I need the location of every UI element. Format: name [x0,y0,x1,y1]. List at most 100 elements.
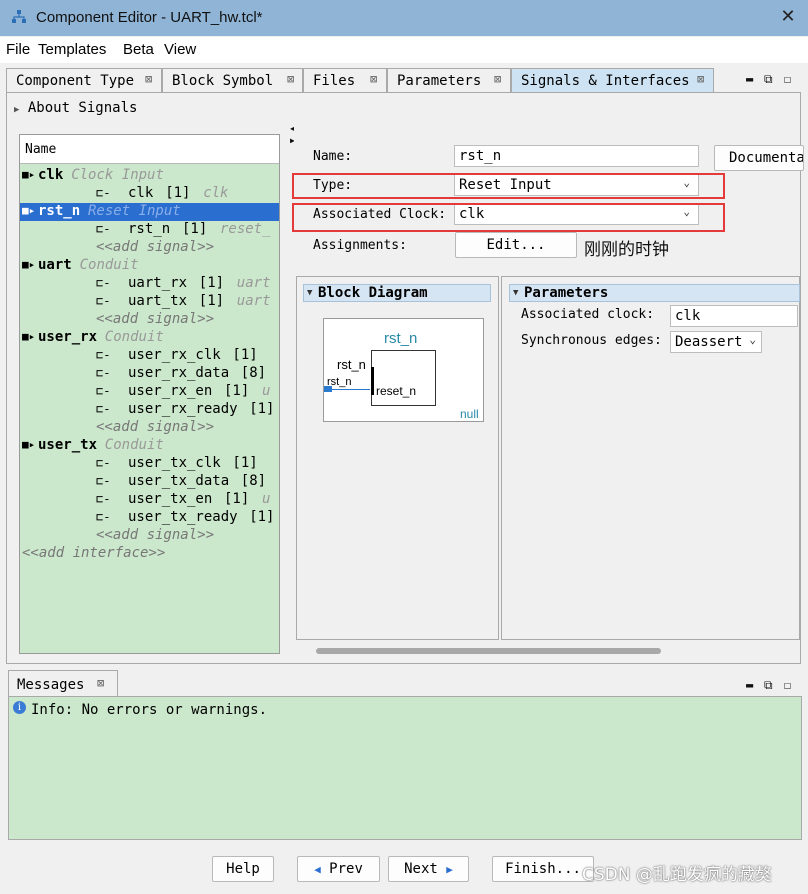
signal-width: [8] [240,365,267,381]
signal-row[interactable]: ⊏- user_tx_ready [1] [20,509,279,527]
maximize-icon[interactable]: ☐ [784,678,791,692]
interface-icon: ■▸ [22,330,36,343]
interface-row[interactable]: ■▸ user_rx Conduit [20,329,279,347]
signal-width: [1] [249,509,275,525]
signal-name: user_rx_en [128,383,213,399]
port-direction-icon: ⊏- [96,276,111,290]
tab-close-icon[interactable]: ⊠ [494,72,501,86]
add-interface-row[interactable]: <<add interface>> [20,545,279,563]
finish-button[interactable]: Finish... [492,856,594,882]
signal-width: [1] [165,185,191,201]
menu-file[interactable]: File [6,41,30,58]
menu-bar: File Templates Beta View [0,37,808,63]
maximize-icon[interactable]: ☐ [784,72,791,86]
add-signal-row[interactable]: <<add signal>> [20,311,279,329]
tab-files[interactable]: Files ⊠ [303,68,387,92]
close-icon[interactable]: ✕ [776,6,800,27]
signal-row[interactable]: ⊏- user_tx_data [8] [20,473,279,491]
signal-row[interactable]: ⊏- rst_n [1] reset_ [20,221,279,239]
help-button[interactable]: Help [212,856,274,882]
info-icon: i [13,701,26,714]
signal-role: u [262,383,271,399]
tab-close-icon[interactable]: ⊠ [97,676,104,690]
add-signal-label: <<add signal>> [96,419,215,435]
horizontal-scrollbar[interactable] [316,648,661,654]
signal-name: uart_tx [128,293,188,309]
tree-header-label: Name [25,142,57,157]
finish-label: Finish... [505,861,581,877]
tab-signals-interfaces[interactable]: Signals & Interfaces ⊠ [511,68,714,92]
name-field[interactable]: rst_n [454,145,699,167]
tree-header: Name [20,135,279,164]
signal-row[interactable]: ⊏- clk [1] clk [20,185,279,203]
signal-row[interactable]: ⊏- user_rx_data [8] [20,365,279,383]
signal-role: u [262,491,271,507]
interface-row[interactable]: ■▸ clk Clock Input [20,167,279,185]
signal-width: [1] [198,275,225,291]
interface-icon: ■▸ [22,438,36,451]
next-button[interactable]: Next ▶ [388,856,469,882]
menu-beta[interactable]: Beta [123,41,154,58]
param-assoc-clock-field[interactable]: clk [670,305,798,327]
reset-port-bar [371,367,374,395]
signal-width: [1] [224,491,250,507]
port-direction-icon: ⊏- [96,492,111,506]
port-direction-icon: ⊏- [96,366,111,380]
parameters-header[interactable]: ▼ Parameters [509,284,800,302]
tab-strip: Component Type ⊠ Block Symbol ⊠ Files ⊠ … [6,68,802,92]
sync-edges-select[interactable]: Deassert ⌄ [670,331,762,353]
tab-label: Files [313,73,356,89]
minimize-icon[interactable]: ▬ [746,678,753,692]
tab-close-icon[interactable]: ⊠ [287,72,294,86]
signal-row[interactable]: ⊏- uart_tx [1] uart [20,293,279,311]
interface-row[interactable]: ■▸ user_tx Conduit [20,437,279,455]
restore-icon[interactable]: ⧉ [764,678,773,693]
add-signal-row[interactable]: <<add signal>> [20,419,279,437]
parameters-title: Parameters [524,285,609,301]
tab-close-icon[interactable]: ⊠ [370,72,377,86]
signal-row[interactable]: ⊏- user_rx_en [1] u [20,383,279,401]
menu-templates[interactable]: Templates [38,41,106,58]
signal-width: [1] [224,383,250,399]
interface-type: Conduit [79,257,139,273]
interface-name: user_rx [38,329,98,345]
tab-parameters[interactable]: Parameters ⊠ [387,68,511,92]
signal-row[interactable]: ⊏- user_rx_ready [1] [20,401,279,419]
window-title: Component Editor - UART_hw.tcl* [36,9,263,26]
tab-messages[interactable]: Messages ⊠ [8,670,118,696]
edit-assignments-button[interactable]: Edit... [455,232,577,258]
tab-block-symbol[interactable]: Block Symbol ⊠ [162,68,303,92]
interface-row[interactable]: ■▸ rst_n Reset Input [20,203,279,221]
signal-row[interactable]: ⊏- uart_rx [1] uart [20,275,279,293]
menu-view[interactable]: View [164,41,196,58]
prev-button[interactable]: ◀ Prev [297,856,380,882]
tab-component-type[interactable]: Component Type ⊠ [6,68,162,92]
add-signal-row[interactable]: <<add signal>> [20,527,279,545]
interface-name: clk [38,167,64,183]
block-diagram-header[interactable]: ▼ Block Diagram [303,284,491,302]
tab-close-icon[interactable]: ⊠ [145,72,152,86]
tab-label: Signals & Interfaces [521,73,690,89]
minimize-icon[interactable]: ▬ [746,72,753,86]
add-signal-row[interactable]: <<add signal>> [20,239,279,257]
tab-close-icon[interactable]: ⊠ [697,72,704,86]
signal-row[interactable]: ⊏- user_rx_clk [1] [20,347,279,365]
signal-row[interactable]: ⊏- user_tx_clk [1] [20,455,279,473]
interface-row[interactable]: ■▸ uart Conduit [20,257,279,275]
tab-label: Parameters [397,73,482,89]
collapse-triangle-icon: ▼ [513,288,519,298]
block-diagram-title: Block Diagram [318,285,428,301]
sync-edges-label: Synchronous edges: [521,333,662,348]
restore-icon[interactable]: ⧉ [764,72,773,87]
interface-type: Clock Input [71,167,164,183]
signal-row[interactable]: ⊏- user_tx_en [1] u [20,491,279,509]
annotation-text: 刚刚的时钟 [584,240,669,260]
watermark: CSDN @乱跑发疯的藏獒 [582,865,772,885]
interface-name: uart [38,257,72,273]
interface-type: Reset Input [88,203,181,219]
signal-tree: Name ■▸ clk Clock Input ⊏- clk [1] clk ■▸ rst_n R… [19,134,280,654]
block-diagram-canvas: rst_n rst_n rst_n reset_n null [323,318,484,422]
port-direction-icon: ⊏- [96,384,111,398]
about-signals-toggle[interactable]: ▶ About Signals [14,100,137,116]
documentation-button[interactable]: Documenta [714,145,804,171]
